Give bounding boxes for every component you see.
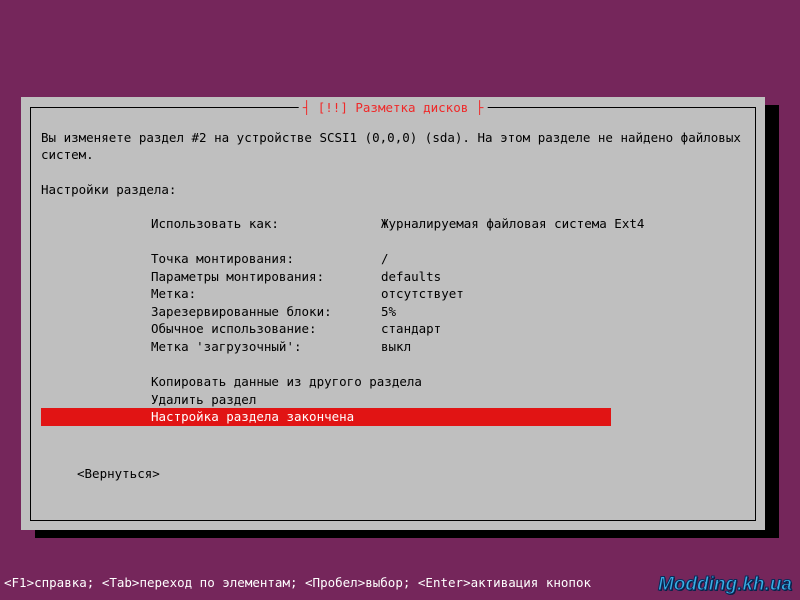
action-done-setting-up[interactable]: Настройка раздела закончена <box>41 408 611 426</box>
dialog-intro-text: Вы изменяете раздел #2 на устройстве SCS… <box>41 130 745 164</box>
dialog-frame: ┤ [!!] Разметка дисков ├ Вы изменяете ра… <box>30 107 756 521</box>
setting-value: стандарт <box>381 320 441 338</box>
setting-bootable-flag[interactable]: Метка 'загрузочный': выкл <box>151 338 745 356</box>
spacer <box>151 232 745 250</box>
setting-label: Обычное использование: <box>151 320 381 338</box>
setting-value: Журналируемая файловая система Ext4 <box>381 215 644 233</box>
setting-value: выкл <box>381 338 411 356</box>
setting-typical-usage[interactable]: Обычное использование: стандарт <box>151 320 745 338</box>
setting-mount-options[interactable]: Параметры монтирования: defaults <box>151 268 745 286</box>
setting-use-as[interactable]: Использовать как: Журналируемая файловая… <box>151 215 745 233</box>
setting-value: отсутствует <box>381 285 464 303</box>
setting-label: Точка монтирования: <box>151 250 381 268</box>
setting-value: 5% <box>381 303 396 321</box>
setting-value: defaults <box>381 268 441 286</box>
back-button[interactable]: <Вернуться> <box>41 466 745 481</box>
setting-value: / <box>381 250 389 268</box>
watermark: Modding.kh.ua <box>658 574 792 596</box>
dialog-title: ┤ [!!] Разметка дисков ├ <box>299 100 488 115</box>
action-copy-data[interactable]: Копировать данные из другого раздела <box>41 373 745 391</box>
setting-label: Зарезервированные блоки: <box>151 303 381 321</box>
setting-reserved-blocks[interactable]: Зарезервированные блоки: 5% <box>151 303 745 321</box>
settings-heading: Настройки раздела: <box>41 182 745 197</box>
settings-list: Использовать как: Журналируемая файловая… <box>41 215 745 356</box>
spacer <box>41 355 745 373</box>
setting-mount-point[interactable]: Точка монтирования: / <box>151 250 745 268</box>
setting-label: Метка: <box>151 285 381 303</box>
setting-label: Метка 'загрузочный': <box>151 338 381 356</box>
setting-label: Параметры монтирования: <box>151 268 381 286</box>
setting-label: Использовать как: <box>151 215 381 233</box>
partition-dialog: ┤ [!!] Разметка дисков ├ Вы изменяете ра… <box>21 97 765 530</box>
action-delete-partition[interactable]: Удалить раздел <box>41 391 745 409</box>
setting-label-field[interactable]: Метка: отсутствует <box>151 285 745 303</box>
